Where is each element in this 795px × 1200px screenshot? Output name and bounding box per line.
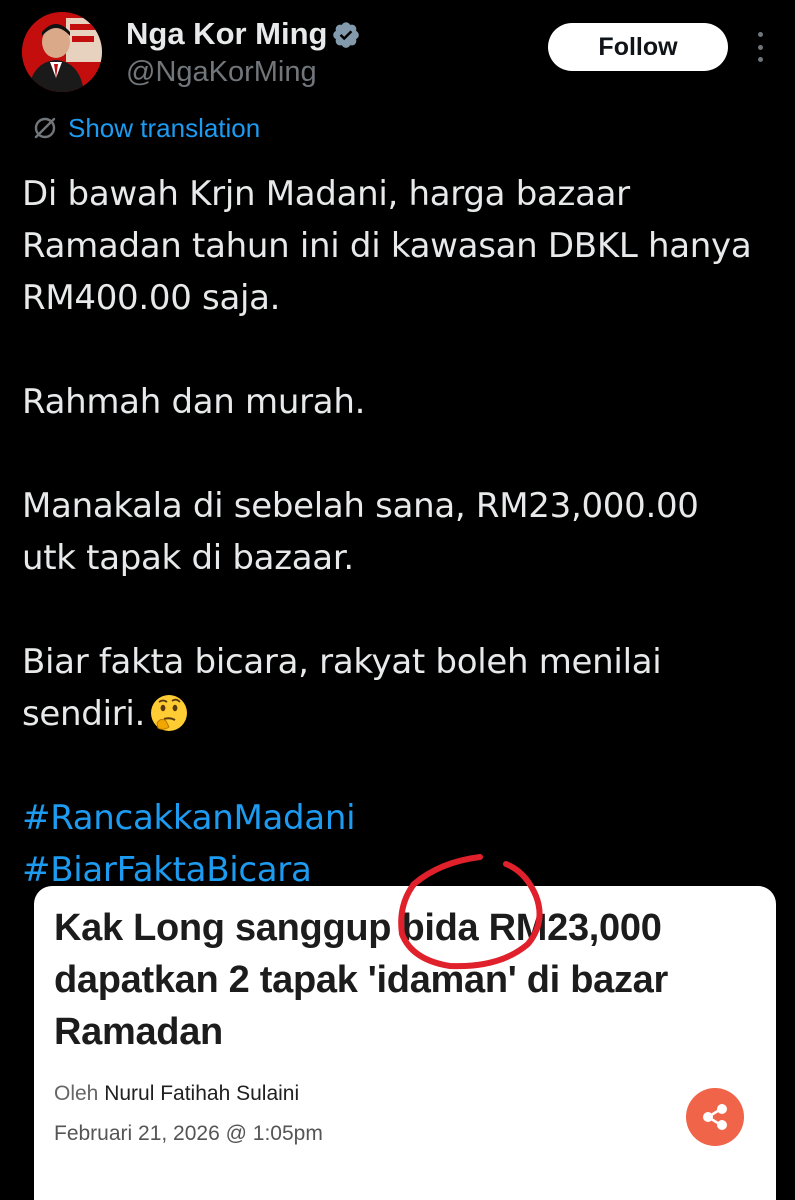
more-options-icon[interactable] bbox=[748, 32, 772, 62]
show-translation-label: Show translation bbox=[68, 112, 261, 143]
article-title[interactable]: Kak Long sanggup bida RM23,000 dapatkan … bbox=[54, 902, 754, 1058]
article-card[interactable]: Kak Long sanggup bida RM23,000 dapatkan … bbox=[34, 886, 776, 1200]
hashtag-link[interactable]: #RancakkanMadani bbox=[22, 792, 782, 844]
tweet-line: Rahmah dan murah. bbox=[22, 382, 366, 422]
translate-icon bbox=[34, 117, 56, 139]
tweet-line: Ramadan tahun ini di kawasan DBKL hanya bbox=[22, 226, 752, 266]
tweet-text: Di bawah Krjn Madani, harga bazaar Ramad… bbox=[22, 168, 782, 896]
tweet-line: utk tapak di bazaar. bbox=[22, 538, 354, 578]
article-title-line: Ramadan bbox=[54, 1011, 223, 1053]
author-handle[interactable]: @NgaKorMing bbox=[126, 56, 317, 89]
avatar[interactable] bbox=[22, 12, 102, 92]
tweet-line: sendiri. bbox=[22, 694, 146, 734]
tweet-line-with-emoji: sendiri. bbox=[22, 688, 782, 740]
share-button[interactable] bbox=[686, 1088, 744, 1146]
article-title-line: Kak Long sanggup bida RM23,000 bbox=[54, 907, 662, 949]
byline-prefix: Oleh bbox=[54, 1082, 99, 1105]
byline-author: Nurul Fatihah Sulaini bbox=[104, 1082, 300, 1105]
tweet-line: Di bawah Krjn Madani, harga bazaar bbox=[22, 174, 630, 214]
show-translation-link[interactable]: Show translation bbox=[32, 110, 260, 146]
author-name[interactable]: Nga Kor Ming bbox=[126, 16, 328, 52]
article-byline: Oleh Nurul Fatihah Sulaini bbox=[54, 1082, 299, 1106]
tweet-line: Biar fakta bicara, rakyat boleh menilai bbox=[22, 642, 662, 682]
follow-button[interactable]: Follow bbox=[548, 23, 728, 71]
article-title-line: dapatkan 2 tapak 'idaman' di bazar bbox=[54, 959, 668, 1001]
verified-badge-icon bbox=[333, 22, 359, 48]
tweet-line: RM400.00 saja. bbox=[22, 278, 281, 318]
tweet-page: Nga Kor Ming @NgaKorMing Follow Show tra… bbox=[0, 0, 795, 1200]
share-icon bbox=[703, 1104, 727, 1130]
tweet-line: Manakala di sebelah sana, RM23,000.00 bbox=[22, 486, 699, 526]
article-date: Februari 21, 2026 @ 1:05pm bbox=[54, 1122, 323, 1145]
thinking-face-icon bbox=[151, 695, 188, 731]
